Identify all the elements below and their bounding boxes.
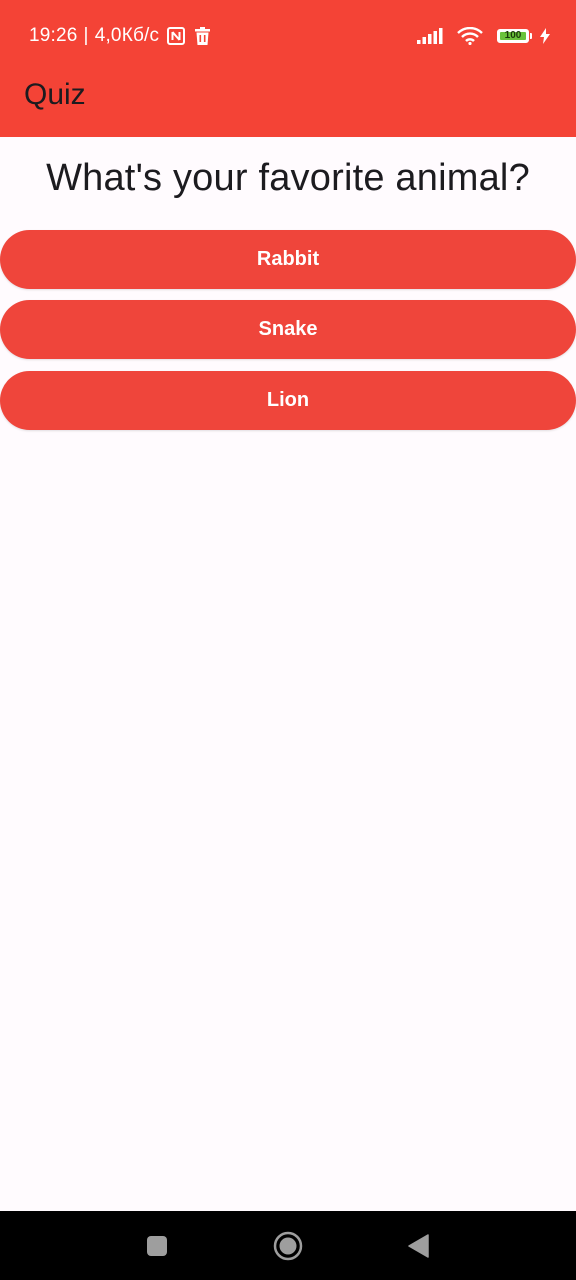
question-text: What's your favorite animal? bbox=[46, 157, 530, 199]
network-speed: 4,0Кб/с bbox=[94, 25, 160, 46]
back-icon bbox=[408, 1233, 429, 1258]
home-icon bbox=[273, 1231, 303, 1260]
trash-icon bbox=[195, 27, 211, 45]
status-time: 19:26 bbox=[29, 25, 78, 46]
wifi-icon bbox=[457, 27, 483, 45]
recent-apps-icon bbox=[147, 1235, 167, 1256]
status-right: 100 bbox=[417, 24, 550, 48]
navigation-bar bbox=[0, 1211, 576, 1280]
status-bar: 19:26 | 4,0Кб/с 100 bbox=[0, 0, 576, 72]
battery-level: 100 bbox=[504, 30, 522, 41]
nfc-icon bbox=[167, 27, 186, 45]
status-left: 19:26 | 4,0Кб/с bbox=[29, 24, 211, 48]
app-title: Quiz bbox=[24, 78, 86, 111]
app-bar: Quiz bbox=[0, 72, 576, 137]
signal-icon bbox=[417, 28, 443, 44]
status-separator: | bbox=[83, 25, 89, 46]
answer-button-lion[interactable]: Lion bbox=[0, 371, 576, 430]
home-button[interactable] bbox=[268, 1211, 308, 1280]
back-button[interactable] bbox=[398, 1211, 438, 1280]
answer-button-rabbit[interactable]: Rabbit bbox=[0, 230, 576, 289]
battery-icon: 100 bbox=[497, 29, 532, 43]
charging-icon bbox=[540, 28, 550, 44]
recent-apps-button[interactable] bbox=[137, 1211, 177, 1280]
answer-button-snake[interactable]: Snake bbox=[0, 300, 576, 359]
